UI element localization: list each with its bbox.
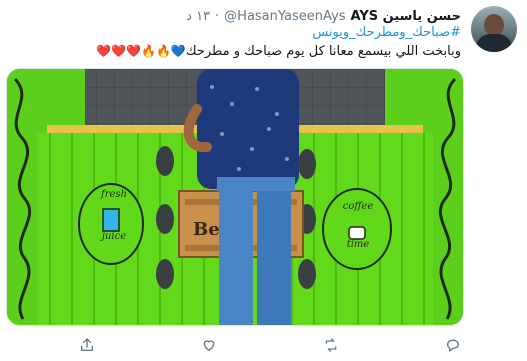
like-button[interactable] xyxy=(196,334,222,356)
sign-left-line1: fresh xyxy=(101,189,127,200)
retweet-button[interactable] xyxy=(318,334,344,356)
tweet-actions xyxy=(0,334,527,356)
separator: · xyxy=(215,8,220,24)
tweet-header: حسن ياسين AYS @HasanYaseenAys · ١٣ د xyxy=(186,6,461,26)
avatar[interactable] xyxy=(471,6,517,52)
display-name[interactable]: حسن ياسين AYS xyxy=(351,9,462,24)
tweet-card[interactable]: حسن ياسين AYS @HasanYaseenAys · ١٣ د #صب… xyxy=(0,0,527,361)
tweet-text: وبابخت اللي بيسمع معانا كل يوم صباحك و م… xyxy=(96,44,461,59)
user-handle[interactable]: @HasanYaseenAys xyxy=(224,9,345,24)
avatar-body xyxy=(476,34,512,52)
timestamp[interactable]: ١٣ د xyxy=(186,9,210,24)
sign-fresh-juice: fresh juice xyxy=(91,189,137,242)
sign-left-line2: juice xyxy=(101,231,127,242)
heart-icon xyxy=(203,340,215,351)
tweet-photo[interactable]: fresh juice coffee time Be xyxy=(6,68,464,326)
hashtag-link[interactable]: #صباحك_ومطرحك_ويونس xyxy=(312,25,461,40)
reply-button[interactable] xyxy=(440,334,466,356)
sign-coffee-time: coffee time xyxy=(333,201,383,250)
sign-right-line1: coffee xyxy=(342,201,374,212)
retweet-icon xyxy=(325,338,337,352)
reply-icon xyxy=(447,339,459,352)
photo-illustration xyxy=(7,69,463,325)
emoji-row: 💙🔥🔥❤️❤️❤️ xyxy=(96,44,186,58)
avatar-head xyxy=(484,14,504,36)
sign-right-line2: time xyxy=(346,239,370,250)
center-wood-sign: Be xyxy=(193,219,220,240)
share-icon xyxy=(81,338,93,351)
share-button[interactable] xyxy=(74,334,100,356)
tweet-body: وبابخت اللي بيسمع معانا كل يوم صباحك و م… xyxy=(185,44,461,59)
